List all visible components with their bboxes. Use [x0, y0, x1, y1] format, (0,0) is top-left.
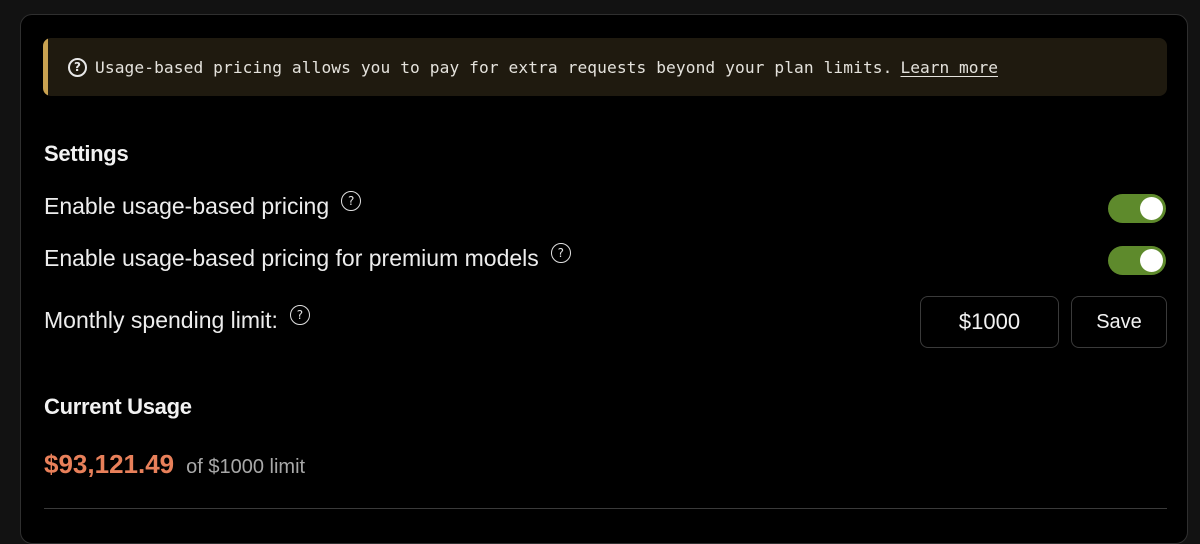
- divider: [44, 508, 1167, 509]
- usage-limit-text: of $1000 limit: [186, 456, 306, 478]
- usage-pricing-panel: ? Usage-based pricing allows you to pay …: [20, 14, 1188, 544]
- usage-pricing-label: Enable usage-based pricing: [44, 193, 330, 219]
- usage-pricing-toggle[interactable]: [1108, 194, 1166, 223]
- premium-pricing-row: Enable usage-based pricing for premium m…: [44, 242, 571, 272]
- banner-text: Usage-based pricing allows you to pay fo…: [95, 57, 893, 77]
- spending-limit-label: Monthly spending limit:: [44, 307, 278, 333]
- help-icon[interactable]: ?: [550, 242, 571, 263]
- usage-pricing-row: Enable usage-based pricing ?: [44, 190, 362, 220]
- premium-pricing-toggle[interactable]: [1108, 246, 1166, 275]
- help-icon[interactable]: ?: [289, 304, 310, 325]
- toggle-knob: [1140, 197, 1163, 220]
- spending-limit-input[interactable]: [920, 296, 1059, 348]
- save-button[interactable]: Save: [1071, 296, 1167, 348]
- current-usage-heading: Current Usage: [44, 394, 192, 419]
- usage-summary: $93,121.49 of $1000 limit: [44, 449, 305, 480]
- help-icon[interactable]: ?: [341, 190, 362, 211]
- question-circle-icon: ?: [68, 57, 87, 77]
- settings-heading: Settings: [44, 141, 129, 166]
- toggle-knob: [1140, 249, 1163, 272]
- learn-more-link[interactable]: Learn more: [901, 58, 998, 77]
- usage-amount: $93,121.49: [44, 449, 175, 479]
- info-banner: ? Usage-based pricing allows you to pay …: [43, 38, 1167, 96]
- spending-limit-row: Monthly spending limit: ?: [44, 304, 310, 334]
- premium-pricing-label: Enable usage-based pricing for premium m…: [44, 245, 539, 271]
- banner-accent-bar: [43, 38, 48, 96]
